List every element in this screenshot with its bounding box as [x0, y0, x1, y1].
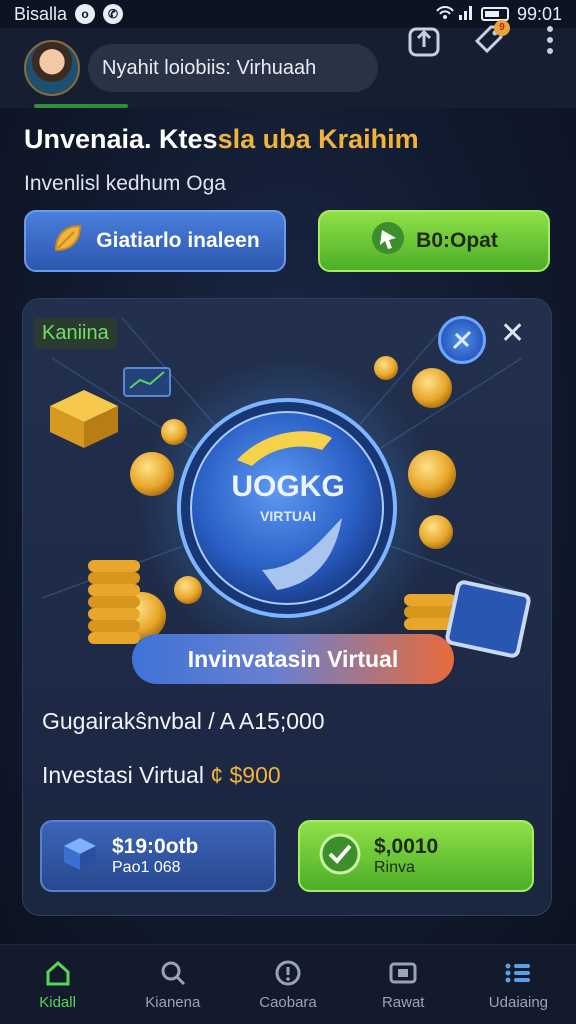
amount-button[interactable]: $19:0otb Pao1 068	[40, 820, 276, 892]
cube-icon	[60, 834, 100, 879]
monitor-icon	[445, 580, 531, 658]
nav-item-home[interactable]: Kidall	[0, 945, 115, 1024]
avatar[interactable]	[24, 40, 80, 96]
gold-box-icon	[50, 390, 118, 448]
info-line-2-price: ¢ $900	[210, 762, 281, 788]
notification-icon: o	[75, 4, 96, 24]
amount-button-sub: Pao1 068	[112, 859, 181, 876]
nav-item-search[interactable]: Kianena	[115, 945, 230, 1024]
nav-label-alerts: Caobara	[259, 994, 317, 1011]
search-text: Nyahit loiobiis: Virhuaah	[102, 56, 317, 79]
nav-label-search: Kianena	[145, 994, 201, 1011]
active-tab-indicator	[34, 104, 128, 108]
card-tag: Kaniina	[34, 318, 117, 349]
page-subtitle: Invenlisl kedhum Oga	[24, 172, 226, 195]
info-line-1: Gugairakŝnvbal / A A15;000	[42, 708, 325, 734]
settings-icon[interactable]	[438, 316, 486, 364]
info-line-2-text: Investasi Virtual	[42, 762, 204, 788]
logo-subtitle: VIRTUAI	[260, 508, 316, 524]
secondary-action-button[interactable]: B0:Opat	[318, 210, 550, 272]
carrier-label: Bisalla	[14, 3, 68, 24]
nav-item-menu[interactable]: Udaiaing	[461, 945, 576, 1024]
upload-icon[interactable]	[404, 20, 444, 60]
nav-label-wallet: Rawat	[381, 994, 425, 1011]
info-line-2: Investasi Virtual ¢ $900	[42, 762, 281, 789]
title-main: Unvenaia. Ktes	[24, 124, 218, 154]
nav-item-alerts[interactable]: Caobara	[230, 945, 345, 1024]
confirm-button[interactable]: $,0010 Rinva	[298, 820, 534, 892]
battery-icon	[480, 7, 509, 21]
grid-menu-icon	[503, 958, 533, 988]
alert-icon	[273, 958, 303, 988]
notification-badge: 9	[494, 20, 510, 36]
page-title: Unvenaia. Ktessla uba Kraihim	[24, 124, 419, 155]
search-icon	[158, 958, 188, 988]
cursor-badge-icon	[370, 220, 406, 262]
nav-item-wallet[interactable]: Rawat	[346, 945, 461, 1024]
close-icon[interactable]: ✕	[500, 316, 525, 351]
wallet-icon	[388, 958, 418, 988]
hero-label-button[interactable]: Invinvatasin Virtual	[132, 634, 454, 684]
hero-label-text: Invinvatasin Virtual	[187, 645, 399, 672]
confirm-button-value: $,0010	[374, 835, 439, 858]
logo-text: UOGKG VIRTUAI	[212, 470, 364, 524]
nav-label-menu: Udaiaing	[488, 994, 549, 1011]
amount-button-value: $19:0otb	[112, 835, 199, 858]
leaf-icon	[50, 220, 86, 262]
bottom-navigation: Kidall Kianena Caobara Rawat Udaiaing	[0, 944, 576, 1024]
secondary-action-label: B0:Opat	[416, 229, 498, 252]
primary-action-button[interactable]: Giatiarlo inaleen	[24, 210, 286, 272]
confirm-button-sub: Rinva	[374, 859, 415, 876]
whatsapp-icon: ✆	[103, 4, 124, 24]
tag-icon[interactable]: 9	[470, 20, 510, 60]
logo-title: UOGKG	[231, 470, 345, 503]
nav-label-home: Kidall	[39, 994, 76, 1011]
more-options-icon[interactable]	[530, 20, 570, 60]
check-icon	[318, 832, 362, 881]
home-icon	[43, 958, 73, 988]
title-accent: sla uba Kraihim	[217, 124, 419, 154]
primary-action-label: Giatiarlo inaleen	[96, 229, 260, 252]
search-bar[interactable]: Nyahit loiobiis: Virhuaah	[88, 44, 378, 92]
